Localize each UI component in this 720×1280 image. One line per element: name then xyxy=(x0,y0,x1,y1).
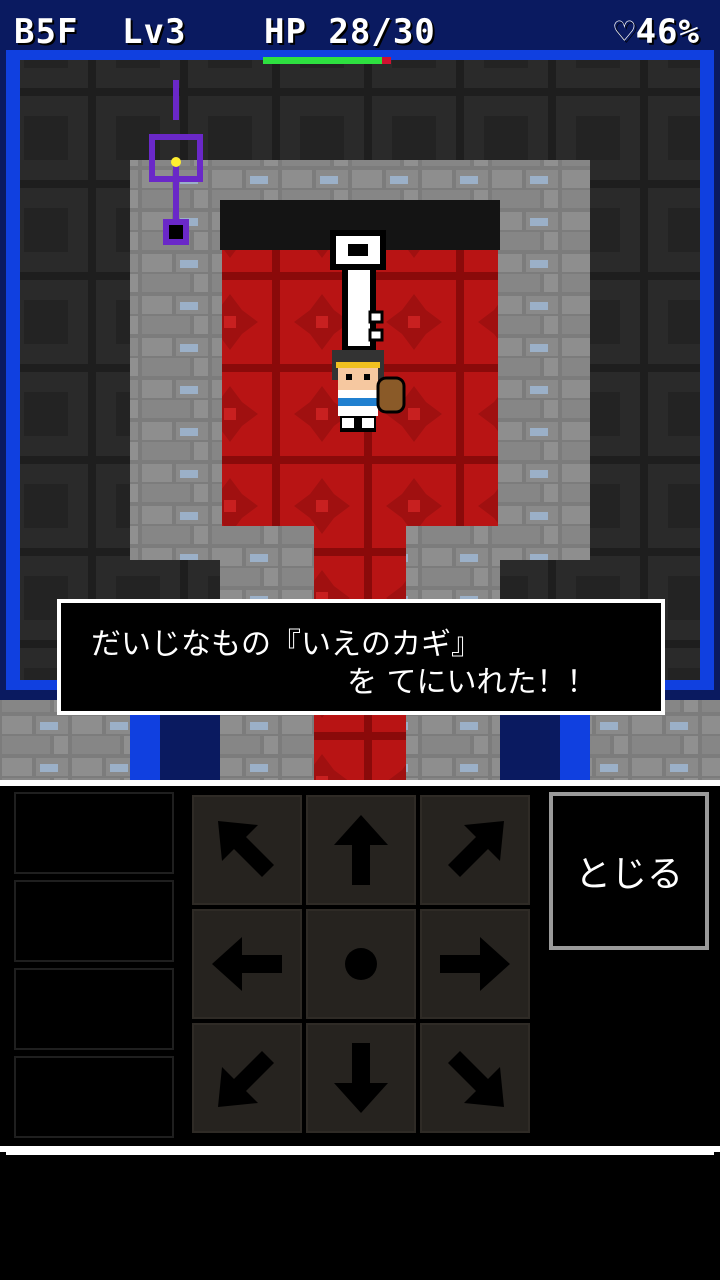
hp-bar xyxy=(263,57,391,64)
bottom-bar xyxy=(6,1152,714,1277)
arrow-right-icon xyxy=(440,937,510,991)
dpad-down-right-button[interactable] xyxy=(420,1023,530,1133)
floor-indicator: B5F xyxy=(14,12,79,52)
dpad-up-left-button[interactable] xyxy=(192,795,302,905)
arrow-down-icon xyxy=(334,1043,388,1113)
close-button[interactable]: とじる xyxy=(549,792,709,950)
dot-icon xyxy=(345,948,377,980)
level-indicator: Lv3 xyxy=(122,12,187,52)
message-window: だいじなもの『いえのカギ』 を てにいれた！！ xyxy=(57,599,665,715)
item-slot[interactable] xyxy=(14,1056,174,1138)
arrow-left-icon xyxy=(212,937,282,991)
arrow-down-left-icon xyxy=(218,1051,274,1107)
hp-bar-fill xyxy=(263,57,383,64)
message-line-2: を てにいれた！！ xyxy=(347,665,597,700)
arrow-up-right-icon xyxy=(448,821,504,877)
dpad-right-button[interactable] xyxy=(420,909,530,1019)
hp-text: HP 28/30 xyxy=(264,12,436,52)
item-slot[interactable] xyxy=(14,968,174,1050)
satiety-indicator: ♡46% xyxy=(614,12,700,52)
arrow-up-icon xyxy=(334,815,388,885)
dpad-up-button[interactable] xyxy=(306,795,416,905)
dpad-left-button[interactable] xyxy=(192,909,302,1019)
item-slot[interactable] xyxy=(14,880,174,962)
dpad-down-button[interactable] xyxy=(306,1023,416,1133)
dpad-down-left-button[interactable] xyxy=(192,1023,302,1133)
dpad-wait-button[interactable] xyxy=(306,909,416,1019)
status-bar: B5F Lv3 HP 28/30 ♡46% xyxy=(0,0,720,70)
arrow-down-right-icon xyxy=(448,1051,504,1107)
dpad-up-right-button[interactable] xyxy=(420,795,530,905)
item-slot[interactable] xyxy=(14,792,174,874)
arrow-up-left-icon xyxy=(218,821,274,877)
